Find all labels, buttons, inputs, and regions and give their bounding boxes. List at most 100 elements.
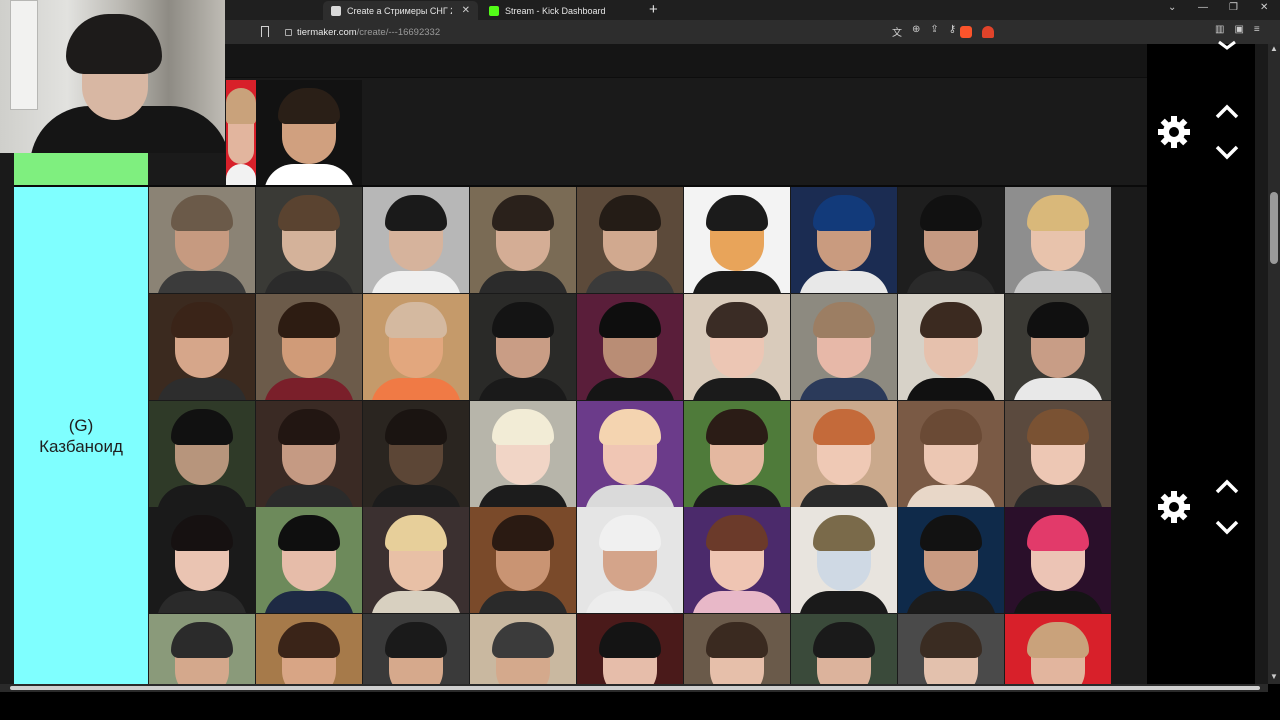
toolbar-right: ▥ ▣ ≡ bbox=[1215, 24, 1260, 35]
tiermaker-favicon-icon bbox=[331, 5, 341, 16]
tier-item-avatar[interactable] bbox=[363, 507, 469, 613]
vertical-scrollbar[interactable] bbox=[1268, 44, 1280, 684]
close-tab-icon[interactable]: ✕ bbox=[462, 5, 470, 16]
tier-label-upper[interactable] bbox=[14, 153, 148, 186]
menu-icon[interactable]: ≡ bbox=[1254, 24, 1260, 35]
tier-item-avatar[interactable] bbox=[791, 614, 897, 684]
tab-title: Stream - Kick Dashboard bbox=[505, 5, 606, 16]
chevron-up-icon[interactable] bbox=[1213, 478, 1241, 496]
tier-item-avatar[interactable] bbox=[226, 80, 256, 186]
taskbar-area bbox=[0, 692, 1280, 720]
tier-item-avatar[interactable] bbox=[577, 614, 683, 684]
vertical-scroll-thumb[interactable] bbox=[1270, 192, 1278, 264]
tier-item-avatar[interactable] bbox=[684, 187, 790, 293]
tier-item-avatar[interactable] bbox=[256, 401, 362, 507]
tier-item-avatar[interactable] bbox=[898, 294, 1004, 400]
tier-item-avatar[interactable] bbox=[256, 80, 362, 186]
tier-item-avatar[interactable] bbox=[1005, 401, 1111, 507]
tier-item-avatar[interactable] bbox=[470, 401, 576, 507]
share-icon[interactable]: ⇪ bbox=[930, 24, 938, 39]
tier-item-avatar[interactable] bbox=[791, 187, 897, 293]
avatar-hair bbox=[226, 88, 256, 124]
zoom-icon[interactable]: ⊕ bbox=[912, 24, 920, 39]
bookmark-icon[interactable] bbox=[261, 26, 269, 37]
chevron-down-icon[interactable] bbox=[1213, 40, 1241, 58]
brave-rewards-icon[interactable] bbox=[982, 26, 994, 38]
screen: Create a Стримеры СНГ 2025 Tie ✕ Stream … bbox=[0, 0, 1280, 720]
url-host: tiermaker.com bbox=[297, 26, 357, 38]
url-path: /create/---16692332 bbox=[356, 26, 441, 38]
tier-item-avatar[interactable] bbox=[791, 401, 897, 507]
scroll-down-icon[interactable]: ▼ bbox=[1270, 672, 1278, 681]
tier-item-avatar[interactable] bbox=[1005, 507, 1111, 613]
tier-item-avatar[interactable] bbox=[791, 507, 897, 613]
tier-item-avatar[interactable] bbox=[577, 401, 683, 507]
tier-item-avatar[interactable] bbox=[149, 614, 255, 684]
tier-item-avatar[interactable] bbox=[577, 294, 683, 400]
chevron-up-icon[interactable] bbox=[1213, 103, 1241, 121]
address-bar: tiermaker.com/create/---16692332 文 ⊕ ⇪ ⚷… bbox=[225, 20, 1280, 44]
restore-icon[interactable]: ❐ bbox=[1229, 2, 1238, 13]
avatar-torso bbox=[226, 164, 256, 186]
tier-label-current[interactable]: (G) Казбаноид bbox=[14, 187, 148, 684]
tier-divider bbox=[14, 185, 1147, 187]
new-tab-icon[interactable]: + bbox=[649, 1, 658, 19]
tab-tiermaker[interactable]: Create a Стримеры СНГ 2025 Tie ✕ bbox=[323, 1, 478, 20]
key-icon[interactable]: ⚷ bbox=[949, 24, 956, 39]
tier-item-avatar[interactable] bbox=[577, 507, 683, 613]
kick-favicon-icon bbox=[489, 5, 499, 16]
horizontal-scroll-thumb[interactable] bbox=[10, 686, 1260, 690]
tier-item-avatar[interactable] bbox=[898, 401, 1004, 507]
tier-item-avatar[interactable] bbox=[470, 294, 576, 400]
tier-item-avatar[interactable] bbox=[363, 294, 469, 400]
webcam-overlay bbox=[0, 0, 225, 153]
scroll-up-icon[interactable]: ▲ bbox=[1270, 44, 1278, 53]
tier-item-avatar[interactable] bbox=[149, 294, 255, 400]
gear-icon[interactable] bbox=[1155, 488, 1193, 526]
tier-item-avatar[interactable] bbox=[1005, 187, 1111, 293]
tier-item-avatar[interactable] bbox=[363, 187, 469, 293]
tier-item-avatar[interactable] bbox=[1005, 614, 1111, 684]
tier-item-avatar[interactable] bbox=[684, 614, 790, 684]
tier-item-avatar[interactable] bbox=[898, 507, 1004, 613]
tab-title: Create a Стримеры СНГ 2025 Tie bbox=[347, 5, 452, 16]
tier-item-avatar[interactable] bbox=[363, 614, 469, 684]
tier-item-avatar[interactable] bbox=[1005, 294, 1111, 400]
minimize-icon[interactable]: — bbox=[1198, 2, 1208, 13]
sidebar-icon[interactable]: ▥ bbox=[1215, 24, 1224, 35]
tier-item-avatar[interactable] bbox=[256, 507, 362, 613]
tab-kick-dashboard[interactable]: Stream - Kick Dashboard bbox=[481, 1, 641, 20]
tier-item-avatar[interactable] bbox=[898, 614, 1004, 684]
tier-item-avatar[interactable] bbox=[577, 187, 683, 293]
webcam-background-door bbox=[10, 0, 38, 110]
wallet-icon[interactable]: ▣ bbox=[1234, 24, 1243, 35]
webcam-streamer-hair bbox=[66, 14, 162, 74]
tier-item-avatar[interactable] bbox=[684, 507, 790, 613]
browser-tab-strip: Create a Стримеры СНГ 2025 Tie ✕ Stream … bbox=[225, 0, 1280, 20]
tier-label-line1: (G) bbox=[68, 415, 94, 435]
tier-item-avatar[interactable] bbox=[791, 294, 897, 400]
tier-item-avatar[interactable] bbox=[470, 614, 576, 684]
tier-label-line2: Казбаноид bbox=[39, 436, 123, 456]
close-window-icon[interactable]: ✕ bbox=[1260, 2, 1268, 13]
tier-item-avatar[interactable] bbox=[256, 187, 362, 293]
tier-item-avatar[interactable] bbox=[363, 401, 469, 507]
tab-list-chevron-icon[interactable]: ⌄ bbox=[1168, 2, 1176, 13]
tier-item-avatar[interactable] bbox=[684, 401, 790, 507]
tier-item-avatar[interactable] bbox=[898, 187, 1004, 293]
tier-item-avatar[interactable] bbox=[149, 401, 255, 507]
tier-item-avatar[interactable] bbox=[684, 294, 790, 400]
tier-item-avatar[interactable] bbox=[149, 507, 255, 613]
tier-item-avatar[interactable] bbox=[256, 614, 362, 684]
tier-item-avatar[interactable] bbox=[149, 187, 255, 293]
address-actions: 文 ⊕ ⇪ ⚷ bbox=[892, 24, 956, 39]
tier-item-avatar[interactable] bbox=[470, 507, 576, 613]
gear-icon[interactable] bbox=[1155, 113, 1193, 151]
site-info-icon[interactable] bbox=[285, 28, 292, 36]
chevron-down-icon[interactable] bbox=[1213, 143, 1241, 161]
tier-item-avatar[interactable] bbox=[470, 187, 576, 293]
translate-icon[interactable]: 文 bbox=[892, 24, 902, 39]
brave-shields-icon[interactable] bbox=[960, 26, 972, 38]
chevron-down-icon[interactable] bbox=[1213, 518, 1241, 536]
tier-item-avatar[interactable] bbox=[256, 294, 362, 400]
